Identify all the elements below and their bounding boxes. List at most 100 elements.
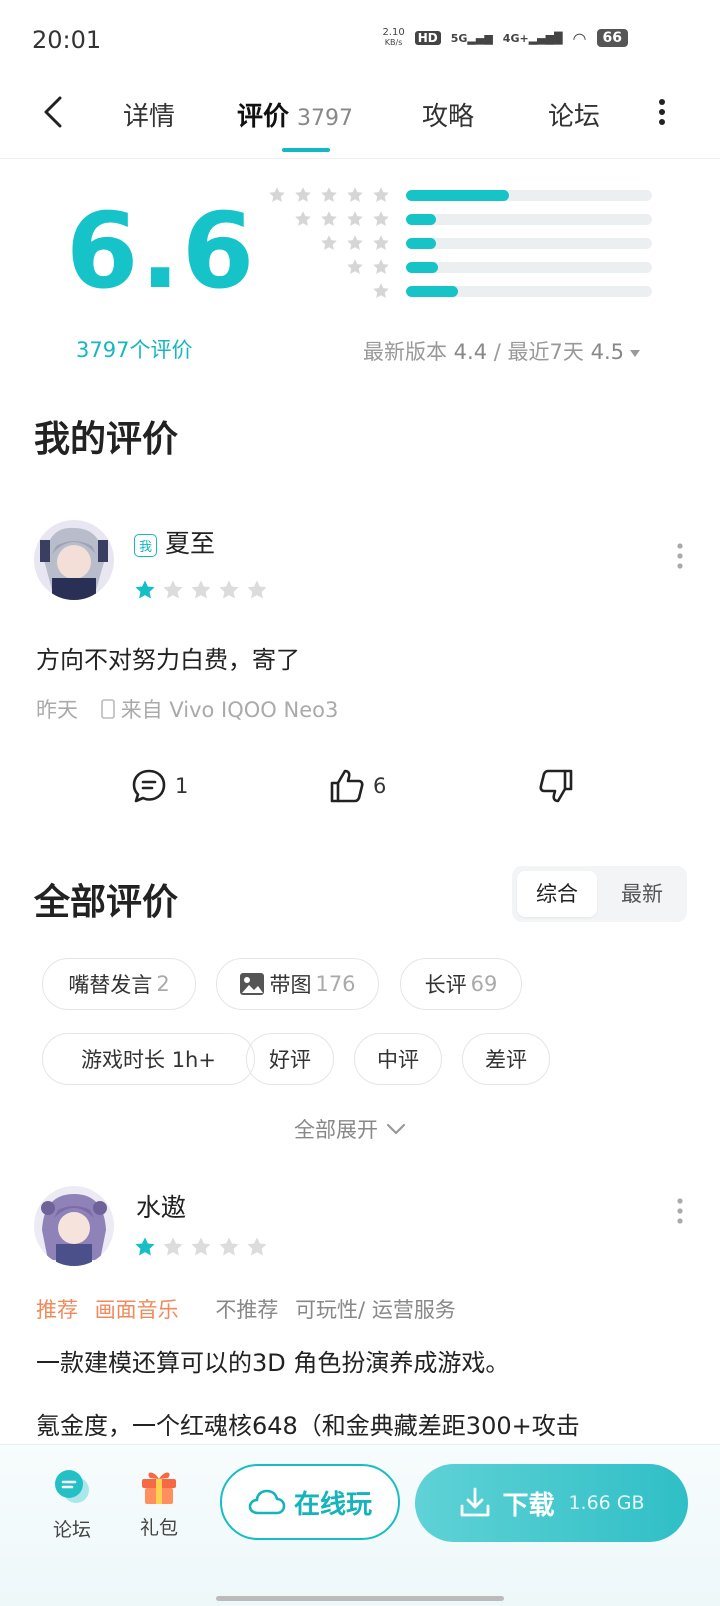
phone-icon (100, 699, 115, 719)
star-icon (321, 211, 337, 226)
wifi-icon: ◠ (572, 28, 587, 48)
sort-toggle: 综合 最新 (512, 866, 687, 922)
rating-bar-fill (406, 237, 436, 249)
reviewer-name: 水遨 (136, 1193, 187, 1222)
recommend-tags: 画面音乐 (94, 1298, 179, 1322)
star-icon (373, 211, 389, 226)
home-indicator[interactable] (216, 1596, 504, 1601)
filter-chip-neutral[interactable]: 中评 (354, 1033, 442, 1085)
star-filled-icon (135, 1237, 155, 1256)
star-empty-icon (219, 580, 239, 599)
filter-chip-good[interactable]: 好评 (246, 1033, 334, 1085)
thumbs-up-icon (330, 769, 364, 803)
tab-reviews-count: 3797 (297, 106, 354, 131)
recommend-label: 推荐 (36, 1298, 78, 1322)
star-icon (347, 259, 363, 274)
play-online-button[interactable]: 在线玩 (220, 1464, 400, 1540)
star-icon (373, 235, 389, 250)
gift-icon (142, 1472, 176, 1504)
like-button[interactable]: 6 (329, 768, 386, 804)
gift-button[interactable]: 礼包 (137, 1466, 181, 1540)
filter-chip[interactable]: 游戏时长 1h+ (42, 1033, 255, 1085)
tab-forum[interactable]: 论坛 (548, 96, 600, 133)
rating-score: 6.6 (66, 190, 257, 312)
rating-bar (406, 261, 652, 273)
sort-composite[interactable]: 综合 (517, 871, 597, 917)
rating-bar-fill (406, 213, 436, 225)
avatar[interactable] (34, 1186, 114, 1266)
rating-bar-row (258, 282, 652, 300)
my-review-stars (134, 579, 268, 601)
filter-chip[interactable]: 嘴替发言 2 (42, 958, 196, 1010)
download-button[interactable]: 下载 1.66 GB (415, 1464, 688, 1542)
rating-bar-row (258, 258, 652, 276)
star-icon (321, 187, 337, 202)
tab-reviews[interactable]: 评价 3797 (237, 96, 353, 133)
tab-details[interactable]: 详情 (123, 96, 175, 133)
star-icon (269, 187, 285, 202)
my-username: 我夏至 (134, 524, 215, 560)
review-more-icon[interactable] (677, 543, 683, 569)
hd-icon: HD (414, 31, 441, 45)
thumbs-down-icon (539, 769, 573, 803)
filter-chip[interactable]: 长评 69 (400, 958, 522, 1010)
rating-bar-fill (406, 261, 438, 273)
status-time: 20:01 (32, 26, 102, 54)
star-icon (295, 187, 311, 202)
me-badge: 我 (134, 533, 158, 557)
header-divider (0, 158, 720, 159)
not-recommend-tags: 可玩性/ 运营服务 (295, 1298, 456, 1322)
all-reviews-title: 全部评价 (34, 882, 179, 923)
my-review-meta: 昨天 来自 Vivo IQOO Neo3 (36, 698, 339, 722)
sort-latest[interactable]: 最新 (602, 871, 682, 917)
avatar[interactable] (34, 520, 114, 600)
star-empty-icon (191, 580, 211, 599)
forum-button[interactable]: 论坛 (50, 1468, 94, 1542)
forum-icon (55, 1470, 89, 1503)
review-more-icon[interactable] (677, 1198, 683, 1224)
star-empty-icon (247, 580, 267, 599)
star-empty-icon (163, 580, 183, 599)
rating-count: 3797个评价 (76, 338, 193, 362)
star-empty-icon (163, 1237, 183, 1256)
star-filled-icon (135, 580, 155, 599)
dislike-button[interactable] (538, 768, 574, 804)
status-icons: 2.10 KB/s HD 5G▂▄▆ 4G+▂▄▆█ ◠ 66 (382, 28, 628, 48)
back-icon[interactable] (40, 94, 68, 130)
star-icon (373, 187, 389, 202)
filter-chip-bad[interactable]: 差评 (462, 1033, 550, 1085)
rating-bar (406, 189, 652, 201)
star-empty-icon (219, 1237, 239, 1256)
network-speed: 2.10 KB/s (382, 27, 405, 48)
chevron-down-icon (386, 1123, 406, 1135)
more-options-icon[interactable] (658, 98, 666, 126)
signal-4g-icon: 4G+▂▄▆█ (502, 31, 563, 45)
signal-5g-icon: 5G▂▄▆ (450, 31, 493, 45)
rating-bar (406, 237, 652, 249)
star-empty-icon (191, 1237, 211, 1256)
not-recommend-label: 不推荐 (215, 1298, 279, 1322)
rating-bar (406, 213, 652, 225)
rating-bar-row (258, 234, 652, 252)
review-text-line: 氪金度，一个红魂核648（和金典藏差距300+攻击 (36, 1412, 580, 1440)
review-text-line: 一款建模还算可以的3D 角色扮演养成游戏。 (36, 1349, 510, 1377)
active-tab-indicator (282, 148, 330, 152)
download-icon (461, 1487, 490, 1517)
image-icon (240, 973, 265, 995)
star-icon (347, 235, 363, 250)
cloud-icon (248, 1489, 286, 1515)
battery-icon: 66 (596, 29, 628, 47)
star-icon (295, 211, 311, 226)
star-empty-icon (247, 1237, 267, 1256)
caret-down-icon (630, 349, 640, 357)
star-icon (347, 211, 363, 226)
comment-button[interactable]: 1 (131, 768, 188, 804)
star-icon (347, 187, 363, 202)
version-rating[interactable]: 最新版本 4.4 / 最近7天 4.5 (363, 336, 640, 366)
expand-all-button[interactable]: 全部展开 (294, 1114, 406, 1144)
filter-chip-with-image[interactable]: 带图 176 (216, 958, 379, 1010)
rating-bar-fill (406, 285, 458, 297)
rating-bar (406, 285, 652, 297)
star-icon (373, 259, 389, 274)
tab-guides[interactable]: 攻略 (422, 96, 474, 133)
